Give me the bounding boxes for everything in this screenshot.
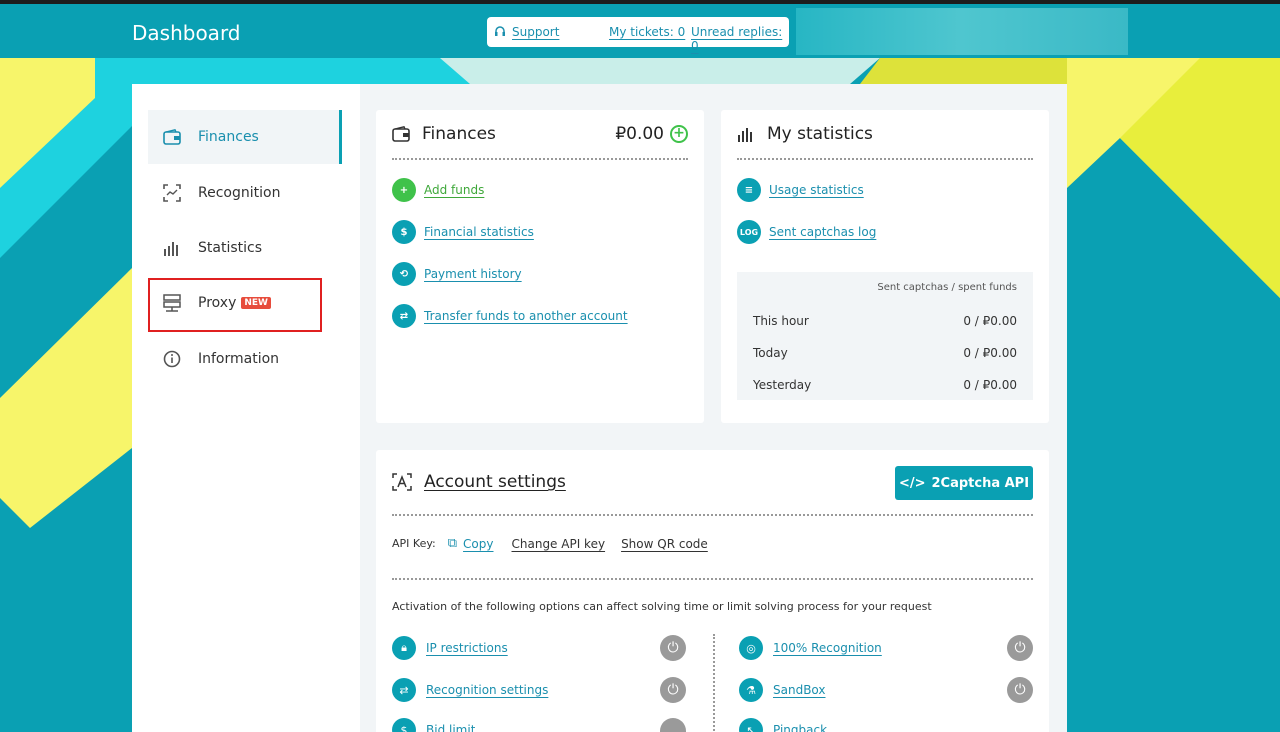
api-key-row: API Key: ⧉ Copy Change API key Show QR c… [392, 536, 708, 551]
account-settings-card: Account settings </> 2Captcha API API Ke… [376, 450, 1049, 732]
sliders-icon: ⇄ [392, 678, 416, 702]
column-divider [713, 634, 715, 732]
header: Dashboard Support My tickets: 0 Unread r… [0, 4, 1280, 58]
bid-icon: $ [392, 718, 416, 732]
highlight-box [148, 278, 322, 332]
bid-limit-option[interactable]: $ Bid limit [392, 718, 475, 732]
finances-title: Finances [422, 124, 496, 144]
copy-link[interactable]: Copy [463, 537, 493, 551]
sidebar-item-statistics[interactable]: Statistics [148, 221, 342, 275]
statistics-card: My statistics ≡ Usage statistics LOG Sen… [721, 110, 1049, 423]
support-box: Support My tickets: 0 Unread replies: 0 [487, 17, 789, 53]
divider [392, 578, 1033, 580]
recognition-settings-option[interactable]: ⇄ Recognition settings [392, 678, 548, 702]
change-api-key-link[interactable]: Change API key [512, 537, 606, 551]
my-tickets-link[interactable]: My tickets: 0 [609, 25, 685, 39]
sidebar-item-label: Recognition [198, 185, 281, 201]
table-row: This hour 0 / ₽0.00 [753, 314, 1017, 328]
table-row: Yesterday 0 / ₽0.00 [753, 378, 1017, 392]
plus-icon: + [392, 178, 416, 202]
stats-table: Sent captchas / spent funds This hour 0 … [737, 272, 1033, 400]
history-icon: ⟲ [392, 262, 416, 286]
page-title: Dashboard [132, 21, 241, 45]
finances-header: Finances [392, 124, 496, 144]
sidebar-item-label: Statistics [198, 240, 262, 256]
sidebar: Finances Recognition Statistics Proxy NE… [132, 84, 360, 732]
sidebar-item-information[interactable]: Information [148, 332, 342, 386]
divider [392, 158, 688, 160]
divider [392, 514, 1033, 516]
recognition-settings-toggle[interactable]: ⏻ [660, 677, 686, 703]
full-recognition-option[interactable]: ◎ 100% Recognition [739, 636, 882, 660]
add-funds-plus-icon[interactable]: + [670, 125, 688, 143]
usage-statistics-link[interactable]: ≡ Usage statistics [737, 178, 864, 202]
info-icon [162, 349, 182, 369]
wallet-icon [162, 127, 182, 147]
bar-chart-icon [162, 238, 182, 258]
target-icon: ◎ [739, 636, 763, 660]
dollar-chart-icon: $ [392, 220, 416, 244]
divider [737, 158, 1033, 160]
sandbox-toggle[interactable]: ⏻ [1007, 677, 1033, 703]
api-docs-button[interactable]: </> 2Captcha API [895, 466, 1033, 500]
headset-icon [495, 26, 505, 36]
full-recognition-toggle[interactable]: ⏻ [1007, 635, 1033, 661]
show-qr-code-link[interactable]: Show QR code [621, 537, 708, 551]
options-note: Activation of the following options can … [392, 600, 932, 613]
sidebar-item-recognition[interactable]: Recognition [148, 166, 342, 220]
ip-restrictions-toggle[interactable]: ⏻ [660, 635, 686, 661]
statistics-title: My statistics [767, 124, 873, 144]
balance-value: ₽0.00 [615, 124, 664, 144]
bar-chart-icon [737, 126, 755, 142]
account-icon [392, 473, 412, 491]
finances-card: Finances ₽0.00 + + Add funds $ Financial… [376, 110, 704, 423]
copy-icon: ⧉ [447, 536, 458, 551]
pingback-icon: ↖ [739, 718, 763, 732]
sidebar-item-finances[interactable]: Finances [148, 110, 342, 164]
balance: ₽0.00 + [615, 124, 688, 144]
sidebar-item-label: Information [198, 351, 280, 367]
code-icon: </> [898, 475, 926, 491]
main-content: Finances ₽0.00 + + Add funds $ Financial… [360, 84, 1067, 732]
sent-captchas-log-link[interactable]: LOG Sent captchas log [737, 220, 876, 244]
bid-limit-toggle[interactable] [660, 718, 686, 732]
support-link[interactable]: Support [512, 25, 559, 39]
transfer-funds-link[interactable]: ⇄ Transfer funds to another account [392, 304, 628, 328]
log-icon: LOG [737, 220, 761, 244]
wallet-icon [392, 126, 410, 142]
pingback-option[interactable]: ↖ Pingback [739, 718, 827, 732]
ip-restrictions-option[interactable]: 🔒︎ IP restrictions [392, 636, 508, 660]
financial-statistics-link[interactable]: $ Financial statistics [392, 220, 534, 244]
scan-icon [162, 183, 182, 203]
account-settings-header: Account settings [392, 472, 566, 492]
table-header: Sent captchas / spent funds [877, 282, 1017, 293]
api-key-label: API Key: [392, 537, 436, 550]
blurred-account-info [796, 8, 1128, 55]
payment-history-link[interactable]: ⟲ Payment history [392, 262, 522, 286]
statistics-header: My statistics [737, 124, 873, 144]
flask-icon: ⚗ [739, 678, 763, 702]
sidebar-item-label: Finances [198, 129, 259, 145]
lock-icon: 🔒︎ [392, 636, 416, 660]
unread-replies-link[interactable]: Unread replies: 0 [691, 25, 789, 53]
list-icon: ≡ [737, 178, 761, 202]
account-settings-title[interactable]: Account settings [424, 472, 566, 492]
add-funds-link[interactable]: + Add funds [392, 178, 484, 202]
transfer-icon: ⇄ [392, 304, 416, 328]
sandbox-option[interactable]: ⚗ SandBox [739, 678, 826, 702]
table-row: Today 0 / ₽0.00 [753, 346, 1017, 360]
